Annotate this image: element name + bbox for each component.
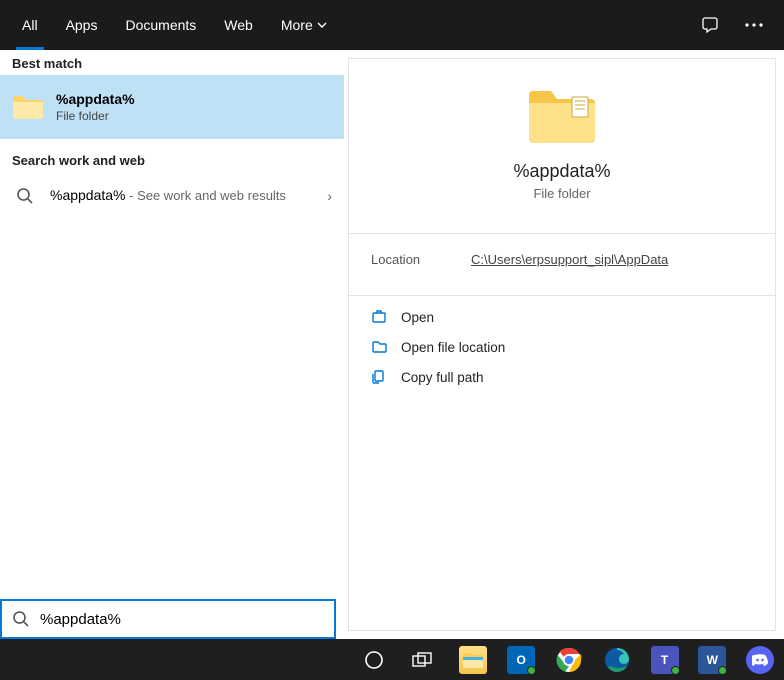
taskbar-teams[interactable]: T: [641, 639, 689, 680]
folder-open-icon: [371, 339, 387, 355]
feedback-button[interactable]: [688, 0, 732, 50]
location-label: Location: [371, 252, 471, 267]
task-view-button[interactable]: [398, 639, 446, 680]
feedback-icon: [700, 15, 720, 35]
edge-icon: [603, 646, 631, 674]
folder-icon-large: [526, 87, 598, 145]
content: Best match %appdata% File folder Search …: [0, 50, 784, 639]
cortana-button[interactable]: [350, 639, 398, 680]
actions-list: Open Open file location Copy full path: [349, 296, 775, 398]
options-button[interactable]: [732, 0, 776, 50]
web-result-query: %appdata%: [50, 187, 126, 203]
tab-documents[interactable]: Documents: [111, 0, 210, 50]
chevron-down-icon: [317, 20, 327, 30]
action-copy-path[interactable]: Copy full path: [371, 362, 753, 392]
tab-more-label: More: [281, 17, 313, 33]
preview: %appdata% File folder: [349, 59, 775, 223]
open-icon: [371, 309, 387, 325]
results-pane: Best match %appdata% File folder Search …: [0, 50, 344, 639]
discord-icon: [746, 646, 774, 674]
action-copy-path-label: Copy full path: [401, 370, 484, 385]
detail-pane: %appdata% File folder Location C:\Users\…: [348, 58, 776, 631]
tab-all[interactable]: All: [8, 0, 52, 50]
tab-web[interactable]: Web: [210, 0, 267, 50]
section-web: Search work and web: [0, 147, 344, 172]
search-icon: [16, 187, 34, 205]
teams-icon: T: [651, 646, 679, 674]
search-tabs: All Apps Documents Web More: [0, 0, 784, 50]
chevron-right-icon: ›: [327, 188, 332, 204]
search-box[interactable]: [0, 599, 336, 639]
best-match-row[interactable]: %appdata% File folder: [0, 75, 344, 139]
taskbar-discord[interactable]: [736, 639, 784, 680]
search-input[interactable]: [40, 611, 324, 628]
location-link[interactable]: C:\Users\erpsupport_sipl\AppData: [471, 252, 668, 267]
taskbar-chrome[interactable]: [545, 639, 593, 680]
taskbar: O T W: [0, 639, 784, 680]
taskbar-explorer[interactable]: [450, 639, 498, 680]
tab-apps[interactable]: Apps: [52, 0, 112, 50]
web-result-suffix: - See work and web results: [126, 188, 286, 203]
location-row: Location C:\Users\erpsupport_sipl\AppDat…: [349, 234, 775, 285]
action-open-location-label: Open file location: [401, 340, 505, 355]
detail-sub: File folder: [533, 186, 590, 201]
taskbar-outlook[interactable]: O: [497, 639, 545, 680]
best-match-title: %appdata%: [56, 91, 332, 107]
ellipsis-icon: [745, 23, 763, 27]
folder-icon: [12, 91, 44, 123]
action-open-label: Open: [401, 310, 434, 325]
task-view-icon: [412, 652, 432, 668]
copy-icon: [371, 369, 387, 385]
word-icon: W: [698, 646, 726, 674]
best-match-sub: File folder: [56, 109, 332, 123]
search-icon: [12, 610, 30, 628]
chrome-icon: [555, 646, 583, 674]
explorer-icon: [459, 646, 487, 674]
tab-more[interactable]: More: [267, 0, 341, 50]
taskbar-edge[interactable]: [593, 639, 641, 680]
action-open-location[interactable]: Open file location: [371, 332, 753, 362]
outlook-icon: O: [507, 646, 535, 674]
taskbar-word[interactable]: W: [688, 639, 736, 680]
circle-icon: [364, 650, 384, 670]
detail-title: %appdata%: [513, 161, 610, 182]
web-result-row[interactable]: %appdata% - See work and web results ›: [0, 172, 344, 220]
section-best-match: Best match: [0, 50, 344, 75]
action-open[interactable]: Open: [371, 302, 753, 332]
